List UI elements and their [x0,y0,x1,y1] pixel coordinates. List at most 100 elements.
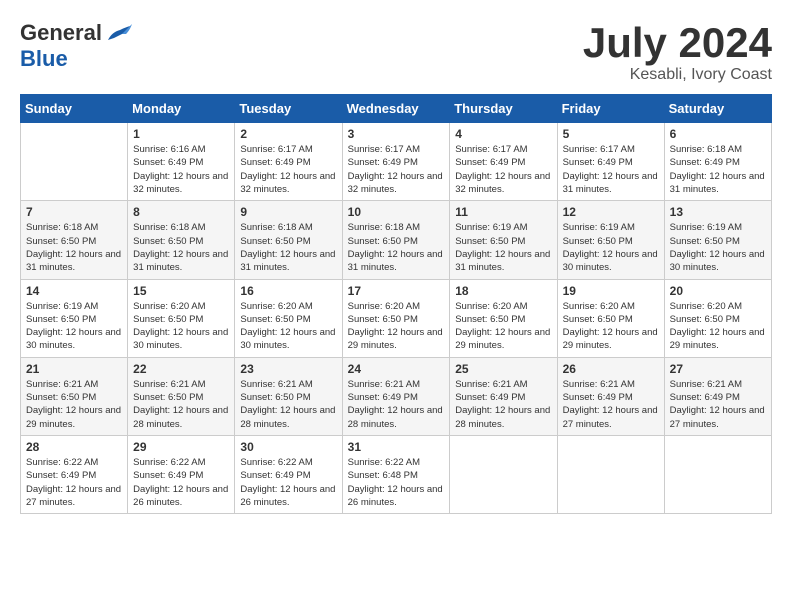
day-info: Sunrise: 6:18 AMSunset: 6:50 PMDaylight:… [26,221,122,274]
day-number: 5 [563,127,659,141]
calendar-cell: 25 Sunrise: 6:21 AMSunset: 6:49 PMDayligh… [450,357,557,435]
calendar-week-row: 28Sunrise: 6:22 AMSunset: 6:49 PMDayligh… [21,435,772,513]
calendar-header-monday: Monday [128,95,235,123]
day-info: Sunrise: 6:19 AMSunset: 6:50 PMDaylight:… [670,221,766,274]
calendar-cell [21,123,128,201]
calendar-cell: 20 Sunrise: 6:20 AMSunset: 6:50 PMDayligh… [664,279,771,357]
day-number: 2 [240,127,336,141]
calendar-header-thursday: Thursday [450,95,557,123]
logo-general: General [20,20,102,46]
calendar-cell: 5 Sunrise: 6:17 AMSunset: 6:49 PMDaylight… [557,123,664,201]
day-number: 29 [133,440,229,454]
day-number: 7 [26,205,122,219]
calendar-cell: 31Sunrise: 6:22 AMSunset: 6:48 PMDayligh… [342,435,450,513]
calendar-cell: 30Sunrise: 6:22 AMSunset: 6:49 PMDayligh… [235,435,342,513]
day-info: Sunrise: 6:18 AMSunset: 6:50 PMDaylight:… [133,221,229,274]
calendar-cell: 7 Sunrise: 6:18 AMSunset: 6:50 PMDaylight… [21,201,128,279]
day-info: Sunrise: 6:21 AMSunset: 6:49 PMDaylight:… [563,378,659,431]
day-number: 24 [348,362,445,376]
calendar-header-sunday: Sunday [21,95,128,123]
day-info: Sunrise: 6:20 AMSunset: 6:50 PMDaylight:… [133,300,229,353]
day-info: Sunrise: 6:21 AMSunset: 6:50 PMDaylight:… [240,378,336,431]
day-info: Sunrise: 6:21 AMSunset: 6:49 PMDaylight:… [455,378,551,431]
day-number: 11 [455,205,551,219]
day-number: 20 [670,284,766,298]
day-info: Sunrise: 6:22 AMSunset: 6:49 PMDaylight:… [26,456,122,509]
day-number: 15 [133,284,229,298]
calendar-header-friday: Friday [557,95,664,123]
day-number: 31 [348,440,445,454]
calendar-cell: 3Sunrise: 6:17 AMSunset: 6:49 PMDaylight… [342,123,450,201]
calendar-header-tuesday: Tuesday [235,95,342,123]
month-year-title: July 2024 [583,20,772,66]
day-info: Sunrise: 6:21 AMSunset: 6:50 PMDaylight:… [26,378,122,431]
calendar-cell: 13Sunrise: 6:19 AMSunset: 6:50 PMDayligh… [664,201,771,279]
calendar-cell: 22Sunrise: 6:21 AMSunset: 6:50 PMDayligh… [128,357,235,435]
day-number: 10 [348,205,445,219]
logo-blue: Blue [20,46,68,72]
day-info: Sunrise: 6:18 AMSunset: 6:50 PMDaylight:… [348,221,445,274]
calendar-week-row: 7 Sunrise: 6:18 AMSunset: 6:50 PMDaylight… [21,201,772,279]
day-info: Sunrise: 6:19 AMSunset: 6:50 PMDaylight:… [563,221,659,274]
title-block: July 2024 Kesabli, Ivory Coast [583,20,772,84]
calendar-cell: 12Sunrise: 6:19 AMSunset: 6:50 PMDayligh… [557,201,664,279]
day-number: 27 [670,362,766,376]
day-number: 18 [455,284,551,298]
calendar-cell: 27 Sunrise: 6:21 AMSunset: 6:49 PMDayligh… [664,357,771,435]
calendar-cell: 28Sunrise: 6:22 AMSunset: 6:49 PMDayligh… [21,435,128,513]
calendar-cell: 29 Sunrise: 6:22 AMSunset: 6:49 PMDayligh… [128,435,235,513]
calendar-header-row: SundayMondayTuesdayWednesdayThursdayFrid… [21,95,772,123]
calendar-table: SundayMondayTuesdayWednesdayThursdayFrid… [20,94,772,514]
day-number: 19 [563,284,659,298]
logo: General Blue [20,20,132,72]
day-number: 1 [133,127,229,141]
calendar-cell: 23 Sunrise: 6:21 AMSunset: 6:50 PMDayligh… [235,357,342,435]
day-info: Sunrise: 6:21 AMSunset: 6:49 PMDaylight:… [348,378,445,431]
day-number: 14 [26,284,122,298]
day-number: 4 [455,127,551,141]
calendar-header-wednesday: Wednesday [342,95,450,123]
day-info: Sunrise: 6:16 AMSunset: 6:49 PMDaylight:… [133,143,229,196]
day-info: Sunrise: 6:20 AMSunset: 6:50 PMDaylight:… [240,300,336,353]
page-header: General Blue July 2024 Kesabli, Ivory Co… [20,20,772,84]
day-number: 16 [240,284,336,298]
day-info: Sunrise: 6:19 AMSunset: 6:50 PMDaylight:… [455,221,551,274]
day-number: 9 [240,205,336,219]
calendar-cell [664,435,771,513]
day-number: 22 [133,362,229,376]
day-number: 3 [348,127,445,141]
calendar-cell: 21 Sunrise: 6:21 AMSunset: 6:50 PMDayligh… [21,357,128,435]
day-info: Sunrise: 6:20 AMSunset: 6:50 PMDaylight:… [670,300,766,353]
calendar-cell: 26 Sunrise: 6:21 AMSunset: 6:49 PMDayligh… [557,357,664,435]
day-info: Sunrise: 6:17 AMSunset: 6:49 PMDaylight:… [240,143,336,196]
logo-bird-icon [104,22,132,44]
day-number: 21 [26,362,122,376]
day-number: 17 [348,284,445,298]
calendar-week-row: 1 Sunrise: 6:16 AMSunset: 6:49 PMDaylight… [21,123,772,201]
calendar-cell: 15 Sunrise: 6:20 AMSunset: 6:50 PMDayligh… [128,279,235,357]
day-number: 25 [455,362,551,376]
calendar-cell: 2 Sunrise: 6:17 AMSunset: 6:49 PMDaylight… [235,123,342,201]
calendar-cell: 9Sunrise: 6:18 AMSunset: 6:50 PMDaylight… [235,201,342,279]
day-info: Sunrise: 6:17 AMSunset: 6:49 PMDaylight:… [563,143,659,196]
day-number: 26 [563,362,659,376]
calendar-cell: 16 Sunrise: 6:20 AMSunset: 6:50 PMDayligh… [235,279,342,357]
calendar-cell: 6 Sunrise: 6:18 AMSunset: 6:49 PMDaylight… [664,123,771,201]
calendar-cell [450,435,557,513]
calendar-header-saturday: Saturday [664,95,771,123]
calendar-week-row: 14Sunrise: 6:19 AMSunset: 6:50 PMDayligh… [21,279,772,357]
day-number: 6 [670,127,766,141]
day-info: Sunrise: 6:22 AMSunset: 6:49 PMDaylight:… [133,456,229,509]
day-info: Sunrise: 6:22 AMSunset: 6:49 PMDaylight:… [240,456,336,509]
day-info: Sunrise: 6:17 AMSunset: 6:49 PMDaylight:… [455,143,551,196]
day-info: Sunrise: 6:20 AMSunset: 6:50 PMDaylight:… [563,300,659,353]
day-info: Sunrise: 6:21 AMSunset: 6:49 PMDaylight:… [670,378,766,431]
location-subtitle: Kesabli, Ivory Coast [583,66,772,84]
calendar-cell: 14Sunrise: 6:19 AMSunset: 6:50 PMDayligh… [21,279,128,357]
calendar-cell: 10 Sunrise: 6:18 AMSunset: 6:50 PMDayligh… [342,201,450,279]
day-info: Sunrise: 6:18 AMSunset: 6:49 PMDaylight:… [670,143,766,196]
calendar-cell: 4 Sunrise: 6:17 AMSunset: 6:49 PMDaylight… [450,123,557,201]
calendar-cell: 11 Sunrise: 6:19 AMSunset: 6:50 PMDayligh… [450,201,557,279]
day-number: 23 [240,362,336,376]
calendar-cell: 18Sunrise: 6:20 AMSunset: 6:50 PMDayligh… [450,279,557,357]
